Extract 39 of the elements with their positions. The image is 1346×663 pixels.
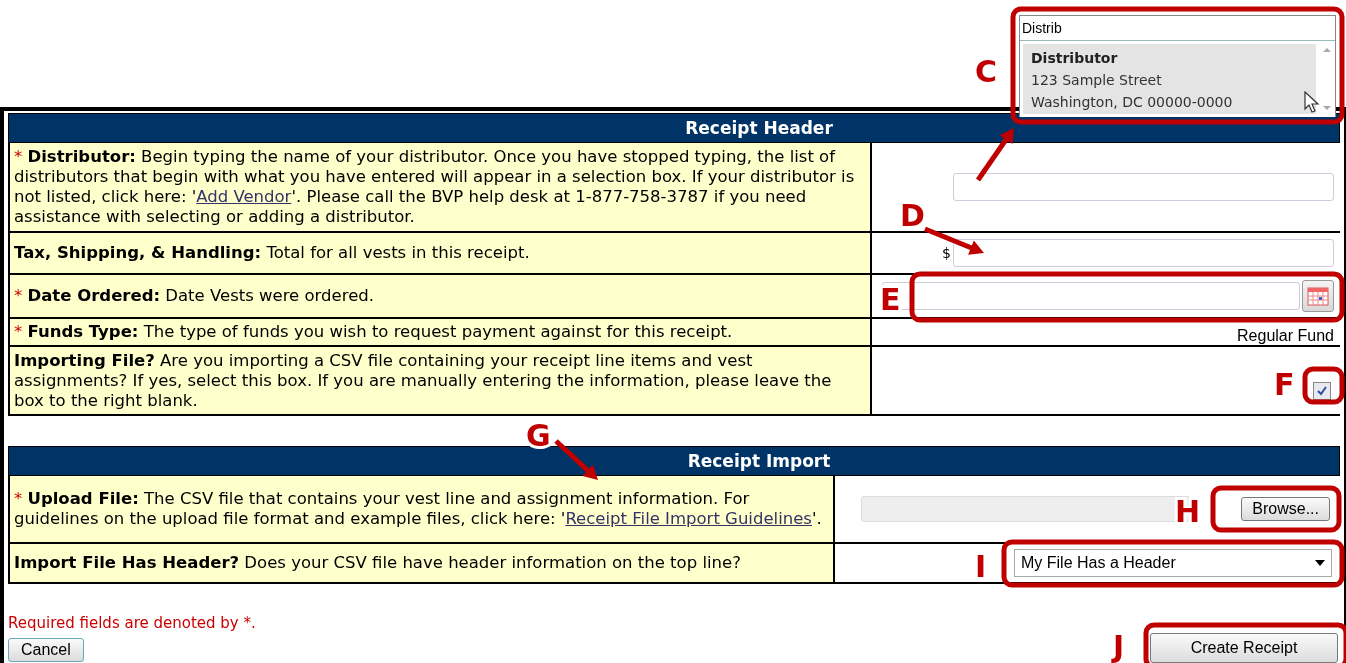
field-description: * Distributor: Begin typing the name of your distributor. Once you have stopped typing, the list of distributors that begin with what you have entered will appear in a selection box. If your distributor is not listed, click here: 'Add Vendor'. Please call the BVP help desk at 1-877-758-3787 if you need assistance with selecting or adding a distributor. [14,147,856,227]
checkmark-icon [1316,385,1328,397]
callout-letter: J [1113,629,1125,663]
browse-button[interactable]: Browse... [1241,497,1330,521]
currency-symbol: $ [942,245,951,261]
callout-letter: E [880,282,901,317]
section-header: Receipt Header [8,113,1340,143]
amount-input[interactable] [953,239,1334,267]
help-link[interactable]: Add Vendor [196,187,292,206]
callout-letter: C [975,54,998,89]
callout-letter: D [900,198,925,233]
field-description: * Date Ordered: Date Vests were ordered. [14,286,375,306]
funds-type-value: Regular Fund [1237,327,1334,345]
date-input[interactable] [882,282,1300,310]
field-description: * Upload File: The CSV file that contains your vest line and assignment information. For guidelines on the upload file format and example files, click here: 'Receipt File Import Guidelines'. [14,489,823,529]
callout-letter: I [975,549,987,584]
create-receipt-button[interactable]: Create Receipt [1150,633,1338,663]
scroll-down-icon[interactable] [1322,105,1332,111]
callout-arrow [975,128,1014,182]
section-header: Receipt Import [8,446,1340,476]
field-description: Tax, Shipping, & Handling: Total for all vests in this receipt. [14,243,530,263]
dropdown-arrow-icon [1315,560,1325,566]
required-note: Required fields are denoted by *. [8,613,257,633]
field-description: Import File Has Header? Does your CSV file have header information on the top line? [14,553,741,573]
field-description: * Funds Type: The type of funds you wish to request payment against for this receipt. [14,322,733,342]
scroll-up-icon[interactable] [1322,47,1332,53]
autocomplete-option[interactable]: Distributor 123 Sample Street Washington, DC 00000-0000 [1023,44,1316,114]
help-link[interactable]: Receipt File Import Guidelines [565,509,812,528]
field-description: Importing File? Are you importing a CSV file containing your receipt line items and vest assignments? If yes, select this box. If you are manually entering the information, please leave the box to the right blank. [14,350,833,411]
calendar-icon [1307,286,1329,306]
calendar-button[interactable] [1302,280,1334,312]
callout-arrow [554,439,598,480]
callout-box [1302,366,1345,405]
cancel-button[interactable]: Cancel [8,638,84,662]
distributor-input[interactable] [953,173,1334,201]
import-checkbox[interactable] [1313,382,1331,400]
header-select[interactable]: My File Has a Header [1014,549,1332,577]
callout-letter: F [1274,367,1295,402]
callout-letter: H [1175,494,1201,529]
